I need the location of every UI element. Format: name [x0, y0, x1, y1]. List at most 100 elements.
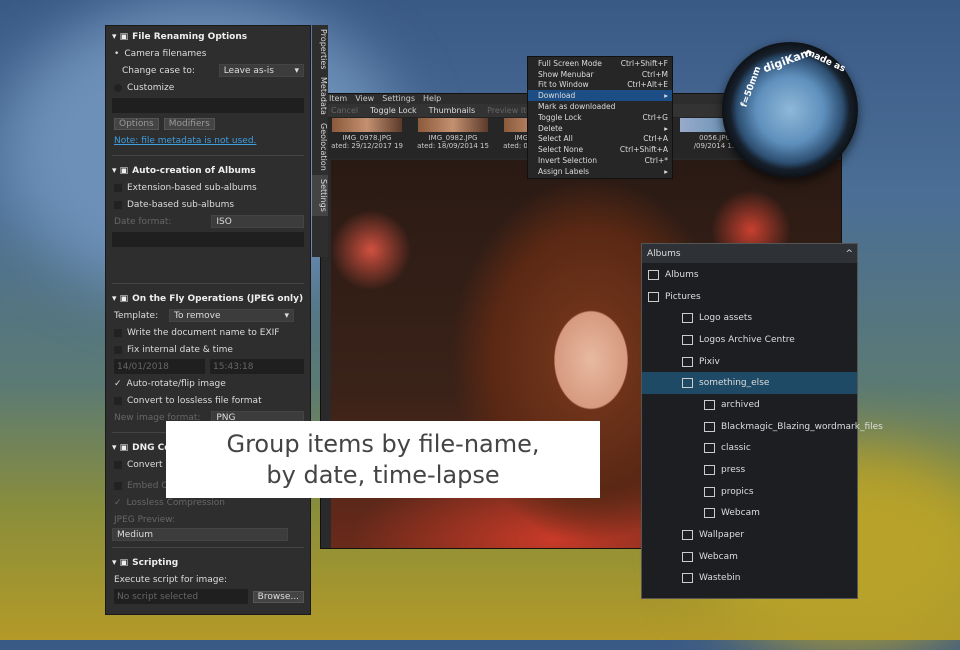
album-label: Blackmagic_Blazing_wordmark_files: [721, 421, 883, 432]
caption-line: Group items by file-name,: [226, 429, 540, 458]
menu-item-label: Toggle Lock: [538, 112, 582, 122]
tab-metadata[interactable]: Metadata: [312, 73, 328, 119]
shortcut: ▸: [664, 166, 668, 176]
select-value: Leave as-is: [223, 65, 274, 76]
menu-view[interactable]: View: [355, 94, 374, 104]
album-format-input[interactable]: [112, 232, 304, 247]
label: Execute script for image:: [114, 574, 228, 585]
album-item[interactable]: classic: [642, 438, 857, 460]
menu-item-label: Download: [538, 91, 576, 101]
album-item[interactable]: Pixiv: [642, 351, 857, 373]
checkbox-icon: [114, 396, 122, 405]
radio-camera[interactable]: • Camera filenames: [112, 45, 304, 62]
menu-item[interactable]: Delete ▸: [528, 123, 672, 134]
menu-item-label: Full Screen Mode: [538, 58, 602, 68]
time-input[interactable]: 15:43:18: [210, 359, 304, 374]
menu-item[interactable]: Mark as downloaded: [528, 101, 672, 112]
tab-geolocation[interactable]: Geolocation: [312, 119, 328, 175]
folder-icon: [648, 291, 659, 302]
menu-item[interactable]: Item: [329, 94, 347, 104]
folder-icon: [704, 443, 715, 454]
folder-icon: [704, 486, 715, 497]
album-item[interactable]: propics: [642, 481, 857, 503]
select-value: To remove: [174, 310, 221, 321]
album-item[interactable]: Wastebin: [642, 568, 857, 590]
folder-icon: [682, 551, 693, 562]
cancel-button[interactable]: Cancel: [331, 106, 358, 115]
album-label: propics: [721, 486, 754, 497]
checkbox-write-exif[interactable]: Write the document name to EXIF: [112, 324, 304, 341]
date-input[interactable]: 14/01/2018: [114, 359, 206, 374]
menu-item[interactable]: Show Menubar Ctrl+M: [528, 69, 672, 80]
section-header[interactable]: ▾ ▣ Auto-creation of Albums: [112, 162, 304, 179]
menu-item[interactable]: Fit to Window Ctrl+Alt+E: [528, 80, 672, 91]
menu-item[interactable]: Select None Ctrl+Shift+A: [528, 144, 672, 155]
album-item[interactable]: Webcam: [642, 503, 857, 525]
menu-item[interactable]: Full Screen Mode Ctrl+Shift+F: [528, 58, 672, 69]
checkbox-icon: [114, 460, 122, 469]
menu-settings[interactable]: Settings: [382, 94, 415, 104]
album-item[interactable]: something_else: [642, 372, 857, 395]
thumbnail[interactable]: IMG_0978.JPG ated: 29/12/2017 19: [327, 118, 407, 158]
customize-input[interactable]: [112, 98, 304, 113]
menu-item[interactable]: Invert Selection Ctrl+*: [528, 155, 672, 166]
section-header[interactable]: ▾ ▣ Scripting: [112, 554, 304, 571]
section-header[interactable]: ▾ ▣ On the Fly Operations (JPEG only): [112, 290, 304, 307]
album-label: something_else: [699, 378, 770, 389]
checkbox-date[interactable]: Date-based sub-albums: [112, 196, 304, 213]
album-item[interactable]: Webcam: [642, 546, 857, 568]
album-label: Pixiv: [699, 356, 720, 367]
menu-item-label: Show Menubar: [538, 69, 594, 79]
menu-item[interactable]: Download ▸: [528, 90, 672, 102]
shortcut: Ctrl+A: [643, 134, 668, 144]
thumbnails-button[interactable]: Thumbnails: [429, 106, 475, 115]
label: Date-based sub-albums: [127, 199, 235, 210]
checkbox-extension[interactable]: Extension-based sub-albums: [112, 179, 304, 196]
menu-item[interactable]: Select All Ctrl+A: [528, 134, 672, 145]
metadata-note-link[interactable]: Note: file metadata is not used.: [114, 136, 256, 146]
album-item[interactable]: Logo assets: [642, 307, 857, 329]
checkbox-lossless[interactable]: Convert to lossless file format: [112, 392, 304, 409]
browse-button[interactable]: Browse...: [252, 590, 304, 603]
options-button[interactable]: Options: [114, 117, 159, 130]
album-item[interactable]: Wallpaper: [642, 524, 857, 546]
album-label: Albums: [665, 269, 699, 280]
albums-header: Albums ^: [642, 244, 857, 263]
case-select[interactable]: Leave as-is ▾: [218, 64, 304, 77]
side-tabs: Properties Metadata Geolocation Settings: [312, 25, 328, 257]
jpeg-preview-select[interactable]: Medium: [112, 528, 288, 541]
album-item[interactable]: Albums: [642, 264, 857, 286]
tab-settings[interactable]: Settings: [312, 175, 328, 216]
album-item[interactable]: Logos Archive Centre: [642, 329, 857, 351]
radio-customize[interactable]: Customize: [112, 79, 304, 96]
shortcut: Ctrl+M: [641, 69, 668, 79]
menu-item[interactable]: Toggle Lock Ctrl+G: [528, 112, 672, 123]
album-item[interactable]: Pictures: [642, 286, 857, 308]
album-item[interactable]: Blackmagic_Blazing_wordmark_files: [642, 416, 883, 438]
thumbnail[interactable]: IMG_0982.JPG ated: 18/09/2014 15: [413, 118, 493, 158]
shortcut: ▸: [664, 91, 668, 101]
album-item[interactable]: press: [642, 459, 857, 481]
label: Convert to lossless file format: [127, 395, 262, 406]
panel-title: Albums: [647, 248, 681, 259]
menu-help[interactable]: Help: [423, 94, 441, 104]
label: Customize: [127, 82, 175, 93]
shortcut: Ctrl+*: [644, 156, 668, 166]
modifiers-button[interactable]: Modifiers: [163, 117, 215, 130]
section-header[interactable]: ▾ ▣ File Renaming Options: [112, 28, 304, 45]
album-item[interactable]: archived: [642, 394, 857, 416]
script-input[interactable]: No script selected: [114, 589, 248, 604]
checkbox-autorotate[interactable]: ✓ Auto-rotate/flip image: [112, 375, 304, 392]
checkbox-fix-date[interactable]: Fix internal date & time: [112, 341, 304, 358]
toggle-lock-button[interactable]: Toggle Lock: [370, 106, 417, 115]
label: Change case to:: [122, 65, 195, 76]
section-title: On the Fly Operations (JPEG only): [132, 293, 304, 304]
date-format-select[interactable]: ISO: [211, 215, 304, 228]
checkbox-icon: [114, 328, 122, 337]
album-label: classic: [721, 443, 751, 454]
folder-icon: [704, 508, 715, 519]
template-select[interactable]: To remove ▾: [169, 309, 294, 322]
tab-properties[interactable]: Properties: [312, 25, 328, 73]
collapse-icon[interactable]: ^: [845, 249, 853, 259]
menu-item[interactable]: Assign Labels ▸: [528, 166, 672, 177]
